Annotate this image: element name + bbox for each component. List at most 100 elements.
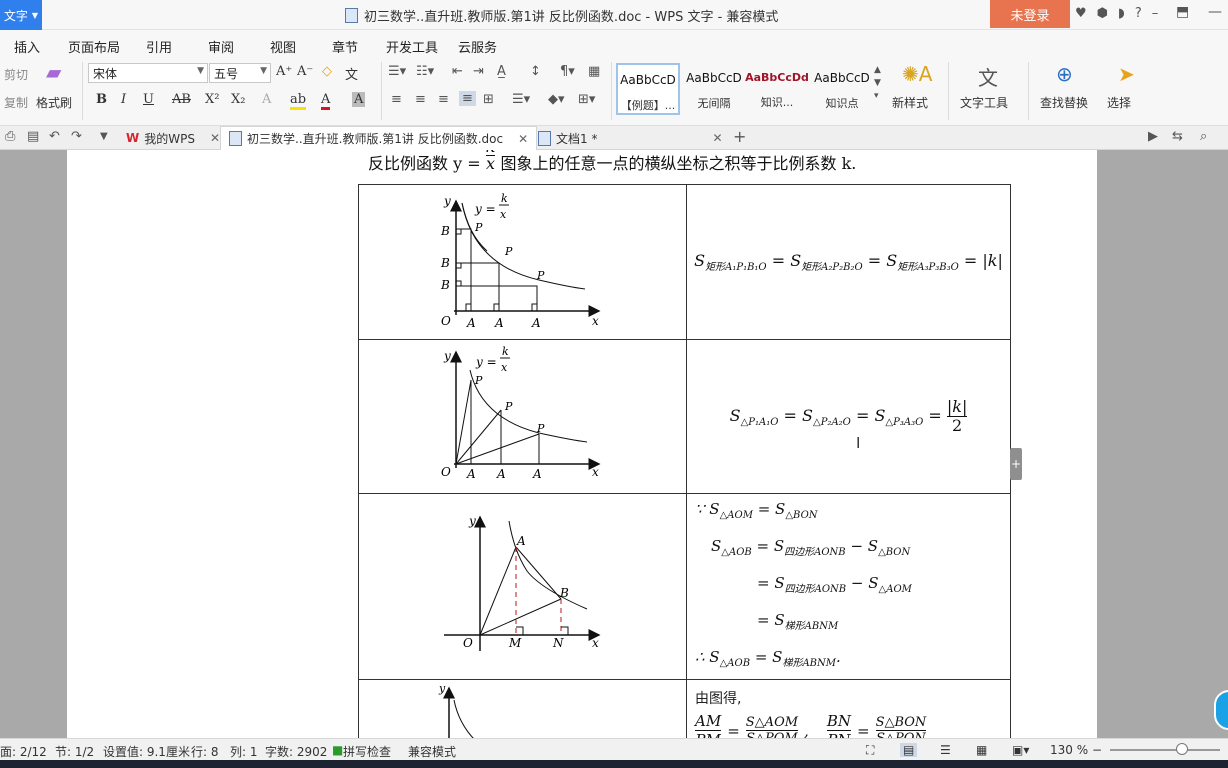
sort-icon[interactable]: ↕ (530, 64, 541, 79)
clear-format-icon[interactable]: ◇ (322, 64, 332, 79)
style-knowledge-point[interactable]: AaBbCcD 知识点 (810, 63, 874, 115)
help-icon[interactable]: ? (1135, 6, 1142, 21)
chevron-down-icon[interactable]: ▼ (100, 131, 108, 142)
protect-icon[interactable]: ▣▾ (1012, 743, 1029, 757)
login-button[interactable]: 未登录 (990, 0, 1070, 28)
subscript-icon[interactable]: X₂ (231, 92, 245, 107)
chevron-down-icon: ▼ (197, 66, 204, 76)
menu-view[interactable]: 视图 (270, 37, 296, 56)
phonetic-icon[interactable]: 文 (345, 64, 358, 83)
shrink-font-icon[interactable]: A⁻ (297, 64, 313, 79)
preview-icon[interactable]: ▤ (27, 129, 39, 144)
status-spell-check[interactable]: 拼写检查 (343, 743, 391, 760)
skin-icon[interactable]: ♥ (1075, 6, 1087, 21)
menu-cloud[interactable]: 云服务 (458, 37, 497, 56)
distribute-icon[interactable]: ⊞ (483, 92, 494, 107)
status-words[interactable]: 字数: 2902 (265, 743, 327, 760)
status-zoom[interactable]: 130 % (1050, 743, 1088, 757)
strikethrough-icon[interactable]: AB (172, 92, 191, 107)
highlight-icon[interactable]: ab (290, 92, 307, 110)
intro-sentence: 反比例函数 y = kx 图象上的任意一点的横纵坐标之积等于比例系数 k. (368, 150, 856, 174)
style-scroll-icon[interactable]: ▲ ▼ ▾ (874, 64, 881, 103)
new-tab-icon[interactable]: + (733, 127, 746, 146)
style-sample: AaBbCcD (686, 71, 742, 85)
menu-references[interactable]: 引用 (146, 37, 172, 56)
align-center-icon[interactable]: ≡ (415, 92, 426, 107)
char-shading-icon[interactable]: A (352, 92, 366, 107)
menu-review[interactable]: 审阅 (208, 37, 234, 56)
shield-icon[interactable]: ⬢ (1097, 6, 1108, 21)
web-view-icon[interactable]: ▦ (976, 743, 987, 757)
redo-icon[interactable]: ↷ (71, 129, 82, 144)
style-knowledge[interactable]: AaBbCcDd 知识... (744, 63, 810, 115)
fullscreen-icon[interactable]: ⛶ (866, 743, 874, 758)
close-icon[interactable]: ✕ (210, 131, 220, 145)
undo-icon[interactable]: ↶ (49, 129, 60, 144)
select-button[interactable]: 选择 (1107, 94, 1131, 111)
font-color-icon[interactable]: A (321, 92, 331, 110)
decrease-indent-icon[interactable]: ⇤ (452, 64, 463, 79)
bold-icon[interactable]: B (96, 92, 107, 107)
cloud-icon[interactable]: ◗ (1118, 6, 1125, 21)
page-side-tab[interactable]: + (1010, 448, 1022, 480)
font-name-select[interactable]: 宋体 ▼ (88, 63, 208, 83)
text-effect-icon[interactable]: A (262, 92, 271, 107)
menu-insert[interactable]: 插入 (14, 37, 40, 56)
superscript-icon[interactable]: X² (205, 92, 219, 107)
text-tools-button[interactable]: 文字工具 (960, 94, 1008, 111)
status-col: 列: 1 (230, 745, 258, 759)
change-case-icon[interactable]: A̲ (497, 64, 506, 79)
minimize-window-icon[interactable]: — (1208, 4, 1222, 20)
italic-icon[interactable]: I (121, 92, 126, 107)
divider (381, 62, 382, 120)
close-icon[interactable]: ✕ (518, 132, 528, 146)
border-icon[interactable]: ⊞▾ (578, 92, 595, 107)
menu-chapter[interactable]: 章节 (332, 37, 358, 56)
svg-text:P: P (504, 400, 513, 413)
status-page[interactable]: 面: 2/12 (0, 743, 47, 760)
underline-icon[interactable]: U (143, 92, 154, 107)
grow-font-icon[interactable]: A⁺ (276, 64, 292, 79)
sync-icon[interactable]: ⇆ (1172, 129, 1183, 144)
shading-icon[interactable]: ◆▾ (548, 92, 565, 107)
fraction-k-over-x: kx (485, 150, 496, 172)
menu-developer[interactable]: 开发工具 (386, 37, 438, 56)
new-style-button[interactable]: 新样式 (892, 94, 928, 111)
new-style-icon: ✺A (902, 62, 933, 86)
zoom-slider[interactable] (1110, 743, 1220, 755)
find-replace-button[interactable]: 查找替换 (1040, 94, 1088, 111)
close-icon[interactable]: ✕ (712, 131, 722, 145)
hyperbola-triangles-graph: y y = k x P P P O A A A x (441, 345, 601, 481)
print-icon[interactable]: ⎙ (5, 129, 15, 144)
status-setting[interactable]: 设置值: 9.1厘米 (103, 743, 190, 760)
align-right-icon[interactable]: ≡ (438, 92, 449, 107)
cut-button[interactable]: 剪切 (4, 66, 28, 83)
tab-my-wps[interactable]: W 我的WPS ✕ (118, 126, 228, 150)
justify-icon[interactable]: ≡ (459, 91, 476, 106)
floating-assistant-icon[interactable] (1214, 690, 1228, 730)
slideshow-icon[interactable]: ▶ (1148, 129, 1158, 144)
line-spacing-icon[interactable]: ☰▾ (512, 92, 530, 107)
increase-indent-icon[interactable]: ⇥ (473, 64, 484, 79)
style-example[interactable]: AaBbCcD 【例题】... (616, 63, 680, 115)
minimize-icon[interactable]: – (1152, 6, 1159, 21)
tab-document1[interactable]: 文档1 * ✕ (530, 126, 731, 150)
restore-icon[interactable]: ⬒ (1176, 4, 1189, 20)
menu-page-layout[interactable]: 页面布局 (68, 37, 120, 56)
show-marks-icon[interactable]: ¶▾ (560, 64, 575, 79)
font-size-select[interactable]: 五号 ▼ (209, 63, 271, 83)
page-view-icon[interactable]: ▤ (900, 743, 918, 757)
style-no-spacing[interactable]: AaBbCcD 无间隔 (682, 63, 746, 115)
bullet-list-icon[interactable]: ☰▾ (388, 64, 406, 79)
table-icon[interactable]: ▦ (588, 64, 600, 79)
copy-button[interactable]: 复制 (4, 94, 28, 111)
zoom-slider-knob[interactable] (1176, 743, 1188, 755)
align-left-icon[interactable]: ≡ (391, 92, 402, 107)
outline-view-icon[interactable]: ☰ (940, 743, 951, 757)
app-menu-button[interactable]: 文字 ▼ (0, 0, 42, 30)
search-icon[interactable]: ⌕ (1200, 129, 1207, 144)
tab-current-document[interactable]: 初三数学..直升班.教师版.第1讲 反比例函数.doc ✕ (220, 126, 538, 150)
format-painter-button[interactable]: 格式刷 (36, 94, 72, 111)
zoom-out-icon[interactable]: − (1092, 743, 1102, 757)
numbered-list-icon[interactable]: ☷▾ (416, 64, 434, 79)
